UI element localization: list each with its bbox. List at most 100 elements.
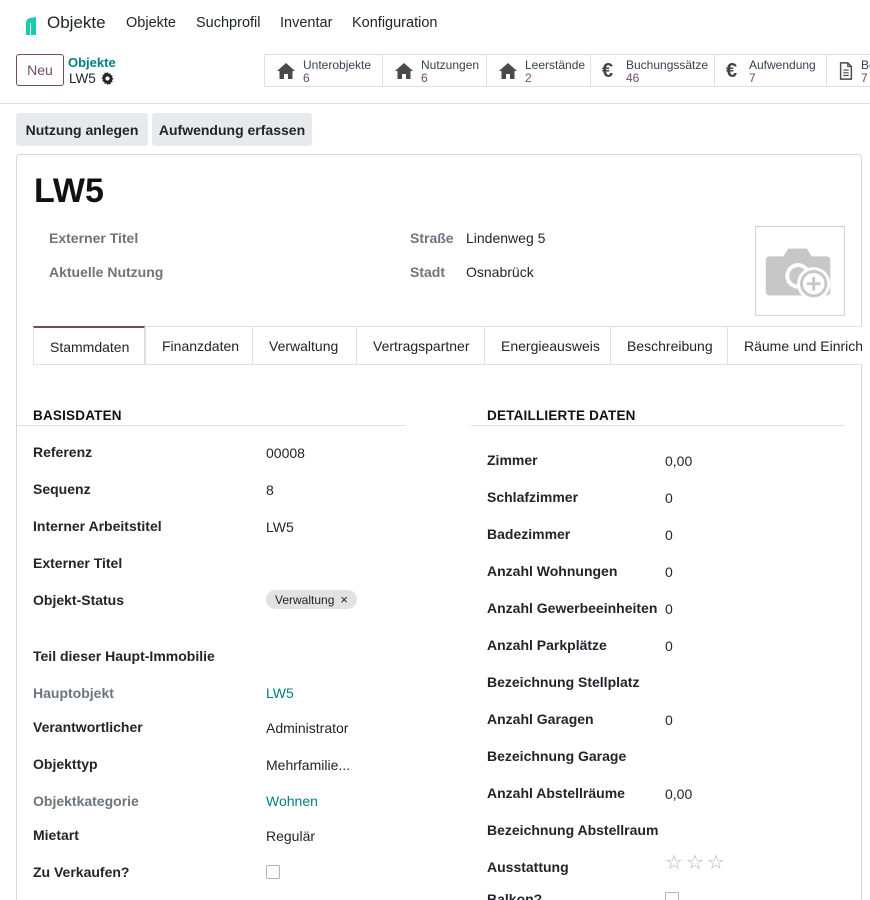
smart-button-label: Nutzungen	[421, 58, 480, 72]
field-label-ausstattung: Ausstattung	[487, 859, 569, 875]
field-value-anzahl-parkplaetze[interactable]: 0	[665, 638, 673, 654]
field-value-hauptobjekt[interactable]: LW5	[266, 685, 294, 701]
section-basisdaten-heading: BASISDATEN	[33, 408, 122, 423]
street-value[interactable]: Lindenweg 5	[466, 230, 545, 246]
field-label-mietart: Mietart	[33, 827, 79, 843]
nutzung-anlegen-button[interactable]: Nutzung anlegen	[16, 113, 148, 146]
external-title-label: Externer Titel	[49, 230, 139, 246]
tab-stammdaten[interactable]: Stammdaten	[33, 326, 145, 364]
smart-button-count: 7	[861, 71, 868, 85]
menu-inventar[interactable]: Inventar	[280, 15, 332, 31]
smart-button-count: 2	[525, 71, 532, 85]
home-icon	[395, 63, 413, 79]
section-detailliert-heading: DETAILLIERTE DATEN	[487, 408, 636, 423]
smart-button-label: Unterobjekte	[303, 58, 372, 72]
field-label-balkon: Balkon?	[487, 891, 543, 900]
smart-button-count: 6	[421, 71, 428, 85]
field-value-badezimmer[interactable]: 0	[665, 527, 673, 543]
aufwendung-erfassen-button[interactable]: Aufwendung erfassen	[152, 113, 312, 146]
tab-label: Räume und Einricht	[744, 338, 862, 354]
star-icon[interactable]: ☆	[686, 853, 704, 873]
field-label-bezeichnung-stellplatz: Bezeichnung Stellplatz	[487, 674, 640, 690]
photo-upload[interactable]	[755, 226, 845, 316]
smart-button-unterobjekte[interactable]: Unterobjekte 6	[265, 55, 383, 86]
field-label-teil-haupt-immobilie: Teil dieser Haupt-Immobilie	[33, 648, 215, 664]
tab-label: Finanzdaten	[162, 338, 240, 354]
menu-suchprofil[interactable]: Suchprofil	[196, 15, 260, 31]
zu-verkaufen-checkbox[interactable]	[266, 865, 280, 879]
gear-icon[interactable]	[101, 72, 114, 85]
menu-konfiguration[interactable]: Konfiguration	[352, 15, 437, 31]
smart-button-count: 6	[303, 71, 310, 85]
field-value-anzahl-gewerbeeinheiten[interactable]: 0	[665, 601, 673, 617]
field-value-sequenz[interactable]: 8	[266, 482, 274, 498]
field-label-interner-arbeitstitel: Interner Arbeitstitel	[33, 518, 162, 534]
city-label: Stadt	[410, 264, 445, 280]
field-label-zu-verkaufen: Zu Verkaufen?	[33, 864, 130, 880]
status-tag[interactable]: Verwaltung ×	[266, 590, 357, 609]
city-value[interactable]: Osnabrück	[466, 264, 534, 280]
smart-button-count: 46	[626, 71, 640, 85]
field-value-objekttyp[interactable]: Mehrfamilie...	[266, 757, 350, 773]
tab-label: Verwaltung	[269, 338, 339, 354]
field-value-objektkategorie[interactable]: Wohnen	[266, 793, 318, 809]
record-title[interactable]: LW5	[34, 172, 104, 211]
tab-label: Stammdaten	[50, 339, 130, 355]
app-logo-icon[interactable]	[26, 17, 36, 35]
field-label-objekttyp: Objekttyp	[33, 756, 98, 772]
control-panel: Neu Objekte LW5 Unterobjekte 6 Nutzungen…	[0, 46, 870, 104]
smart-button-nutzungen[interactable]: Nutzungen 6	[383, 55, 487, 86]
field-label-externer-titel: Externer Titel	[33, 555, 123, 571]
field-value-schlafzimmer[interactable]: 0	[665, 490, 673, 506]
smart-button-label: Leerstände	[525, 58, 586, 72]
star-icon[interactable]: ☆	[665, 853, 683, 873]
smart-button-count: 7	[749, 71, 756, 85]
smart-button-aufwendung[interactable]: € Aufwendung 7	[715, 55, 827, 86]
euro-icon: €	[602, 60, 614, 82]
field-value-anzahl-abstellraeume[interactable]: 0,00	[665, 786, 692, 802]
document-icon	[839, 62, 853, 80]
field-label-anzahl-abstellraeume: Anzahl Abstellräume	[487, 785, 625, 801]
field-label-anzahl-garagen: Anzahl Garagen	[487, 711, 594, 727]
tab-label: Energieausweis	[501, 338, 600, 354]
field-value-zimmer[interactable]: 0,00	[665, 453, 692, 469]
smart-button-label: Be	[861, 58, 870, 72]
field-value-anzahl-garagen[interactable]: 0	[665, 712, 673, 728]
field-label-bezeichnung-garage: Bezeichnung Garage	[487, 748, 627, 764]
field-label-schlafzimmer: Schlafzimmer	[487, 489, 579, 505]
star-icon[interactable]: ☆	[707, 853, 725, 873]
tab-vertragspartner[interactable]: Vertragspartner	[356, 326, 485, 364]
home-icon	[277, 63, 295, 79]
breadcrumb-parent[interactable]: Objekte	[68, 55, 116, 70]
tab-label: Beschreibung	[627, 338, 713, 354]
tab-energieausweis[interactable]: Energieausweis	[484, 326, 611, 364]
field-label-objektkategorie: Objektkategorie	[33, 793, 139, 809]
field-value-mietart[interactable]: Regulär	[266, 828, 315, 844]
smart-button-more[interactable]: Be 7	[827, 55, 870, 86]
balkon-checkbox[interactable]	[665, 892, 679, 900]
field-value-verantwortlicher[interactable]: Administrator	[266, 720, 348, 736]
smart-button-buchungssaetze[interactable]: € Buchungssätze 46	[591, 55, 715, 86]
field-label-sequenz: Sequenz	[33, 481, 91, 497]
field-label-anzahl-wohnungen: Anzahl Wohnungen	[487, 563, 618, 579]
new-button[interactable]: Neu	[16, 54, 64, 86]
field-value-anzahl-wohnungen[interactable]: 0	[665, 564, 673, 580]
field-label-anzahl-gewerbeeinheiten: Anzahl Gewerbeeinheiten	[487, 600, 658, 616]
field-label-objekt-status: Objekt-Status	[33, 592, 125, 608]
field-value-referenz[interactable]: 00008	[266, 445, 305, 461]
tab-verwaltung[interactable]: Verwaltung	[252, 326, 357, 364]
tab-finanzdaten[interactable]: Finanzdaten	[145, 326, 253, 364]
tab-raeume-und-einrichtung[interactable]: Räume und Einricht	[727, 326, 862, 364]
app-name[interactable]: Objekte	[47, 13, 106, 33]
section-divider	[17, 425, 406, 426]
section-divider	[471, 425, 845, 426]
field-value-interner-arbeitstitel[interactable]: LW5	[266, 519, 294, 535]
tab-beschreibung[interactable]: Beschreibung	[610, 326, 728, 364]
smart-button-leerstaende[interactable]: Leerstände 2	[487, 55, 591, 86]
smart-buttons: Unterobjekte 6 Nutzungen 6 Leerstände 2 …	[264, 54, 870, 87]
street-label: Straße	[410, 230, 454, 246]
euro-icon: €	[726, 60, 738, 82]
menu-objekte[interactable]: Objekte	[126, 15, 176, 31]
close-icon[interactable]: ×	[340, 593, 348, 606]
smart-button-label: Aufwendung	[749, 58, 816, 72]
